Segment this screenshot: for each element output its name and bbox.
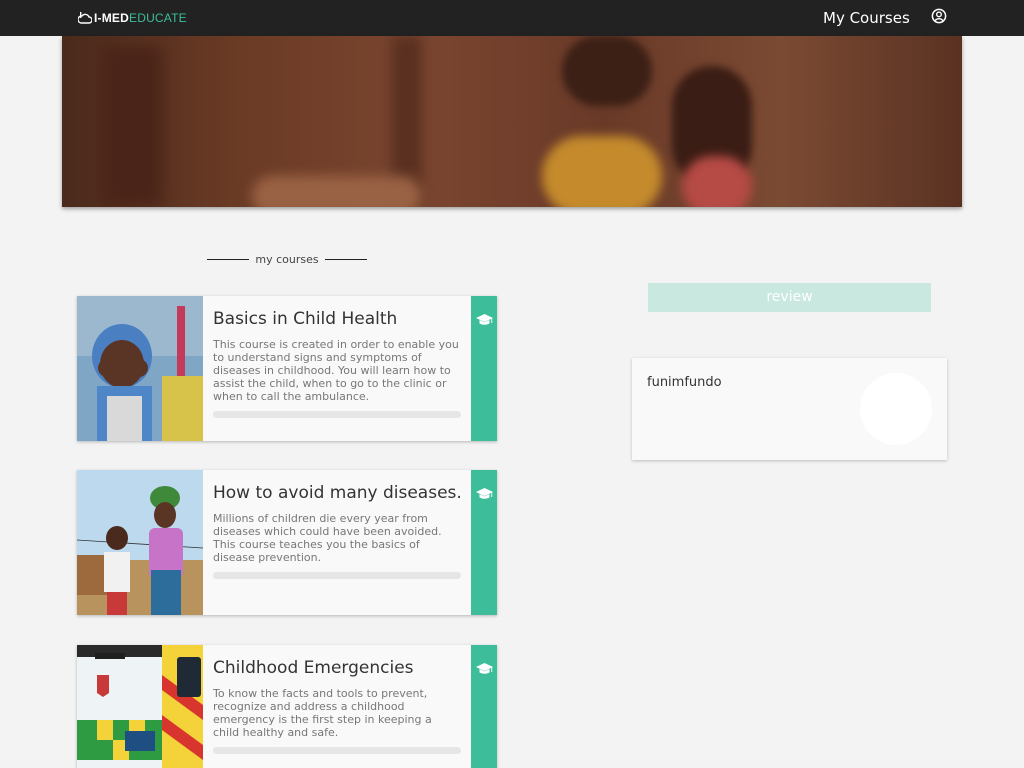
course-card-avoid-diseases[interactable]: How to avoid many diseases. Millions of … xyxy=(77,470,497,615)
course-title: How to avoid many diseases. xyxy=(213,483,462,503)
top-navbar: I-MED EDUCATE My Courses xyxy=(0,0,1024,36)
section-header-my-courses: my courses xyxy=(207,251,367,267)
nav-my-courses-link[interactable]: My Courses xyxy=(823,9,910,27)
course-title: Childhood Emergencies xyxy=(213,658,414,678)
logo-text-imed: I-MED xyxy=(94,11,129,25)
course-card-basics-child-health[interactable]: Basics in Child Health This course is cr… xyxy=(77,296,497,441)
course-card-childhood-emergencies[interactable]: Childhood Emergencies To know the facts … xyxy=(77,645,497,768)
user-circle-icon[interactable] xyxy=(931,8,947,24)
profile-card: funimfundo xyxy=(632,358,947,460)
course-side-strip xyxy=(471,645,497,768)
course-side-strip xyxy=(471,470,497,615)
course-thumbnail-ambulance xyxy=(77,645,203,768)
logo[interactable]: I-MED EDUCATE xyxy=(78,10,187,26)
cloud-logo-icon xyxy=(78,12,92,24)
course-description: This course is created in order to enabl… xyxy=(213,338,459,403)
course-description: To know the facts and tools to prevent, … xyxy=(213,687,432,739)
divider-line-left xyxy=(207,258,249,260)
review-button[interactable]: review xyxy=(648,283,931,312)
course-progress-bar xyxy=(213,572,461,579)
graduation-cap-icon xyxy=(476,663,493,674)
graduation-cap-icon xyxy=(476,488,493,499)
profile-username: funimfundo xyxy=(647,375,722,390)
divider-line-right xyxy=(325,258,367,260)
section-label: my courses xyxy=(255,252,319,266)
logo-text-educate: EDUCATE xyxy=(129,11,187,25)
course-side-strip xyxy=(471,296,497,441)
hero-banner-image xyxy=(62,36,962,207)
course-description: Millions of children die every year from… xyxy=(213,512,442,564)
avatar[interactable] xyxy=(860,373,932,445)
course-progress-bar xyxy=(213,411,461,418)
course-thumbnail-child xyxy=(77,296,203,441)
graduation-cap-icon xyxy=(476,314,493,325)
course-thumbnail-illustration xyxy=(77,470,203,615)
course-title: Basics in Child Health xyxy=(213,309,398,329)
course-progress-bar xyxy=(213,747,461,754)
